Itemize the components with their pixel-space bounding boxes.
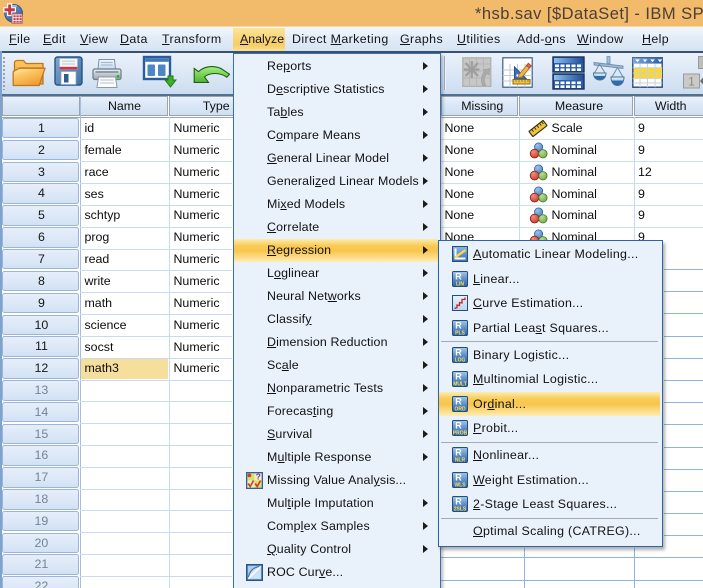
svg-text:R: R — [455, 271, 462, 281]
svg-text:LIN: LIN — [455, 281, 463, 286]
svg-text:R: R — [455, 372, 462, 382]
svg-text:WLS: WLS — [454, 482, 466, 487]
svg-text:R: R — [455, 347, 462, 357]
svg-text:1: 1 — [688, 75, 695, 89]
svg-text:?: ? — [255, 472, 260, 482]
svg-text:NLR: NLR — [454, 458, 465, 463]
svg-text:R: R — [455, 320, 462, 330]
svg-text:R: R — [455, 421, 462, 431]
svg-text:PROB: PROB — [452, 431, 467, 436]
svg-text:R: R — [455, 472, 462, 482]
svg-text:ORD: ORD — [454, 406, 466, 411]
svg-text:R: R — [455, 396, 462, 406]
svg-text:R: R — [455, 497, 462, 507]
svg-text:LOG: LOG — [454, 357, 465, 362]
svg-text:2SLS: 2SLS — [453, 507, 466, 512]
svg-text:R: R — [455, 448, 462, 458]
svg-text:MULT: MULT — [453, 382, 467, 387]
svg-text:PLS: PLS — [455, 330, 465, 335]
